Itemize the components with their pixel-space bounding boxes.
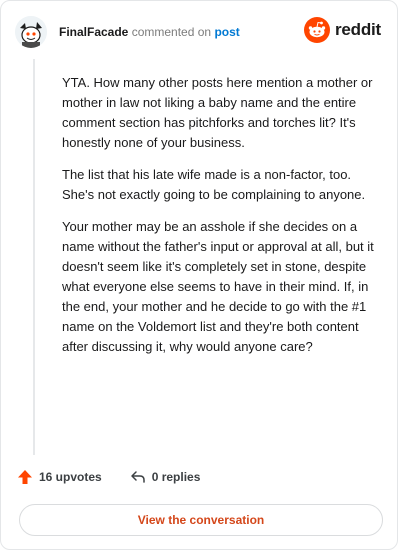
- replies-button[interactable]: 0 replies: [130, 469, 201, 485]
- user-avatar[interactable]: [15, 16, 47, 48]
- view-conversation-button[interactable]: View the conversation: [19, 504, 383, 536]
- username-link[interactable]: FinalFacade: [59, 25, 128, 39]
- reddit-logo[interactable]: reddit: [303, 17, 381, 43]
- commented-on-text: commented on: [131, 25, 212, 39]
- reddit-snoo-icon: [303, 17, 330, 43]
- reddit-wordmark: reddit: [334, 20, 381, 39]
- comment-paragraph: Your mother may be an asshole if she dec…: [62, 219, 374, 354]
- upvote-count: 16 upvotes: [39, 470, 102, 484]
- thread-line: [33, 59, 35, 455]
- comment-paragraph: The list that his late wife made is a no…: [62, 167, 366, 202]
- reply-count: 0 replies: [151, 470, 201, 484]
- comment-actions: 16 upvotes 0 replies: [17, 469, 200, 485]
- comment-meta: FinalFacade commented on post: [59, 24, 240, 40]
- comment-card: FinalFacade commented on post reddit YTA…: [0, 0, 398, 550]
- snoo-avatar-icon: [15, 16, 47, 48]
- post-link[interactable]: post: [214, 25, 239, 39]
- reply-icon: [130, 471, 145, 483]
- upvote-button[interactable]: 16 upvotes: [17, 469, 102, 485]
- comment-paragraph: YTA. How many other posts here mention a…: [62, 75, 373, 150]
- comment-body: YTA. How many other posts here mention a…: [62, 73, 382, 369]
- upvote-arrow-icon: [18, 470, 32, 484]
- comment-header: FinalFacade commented on post reddit: [15, 15, 383, 49]
